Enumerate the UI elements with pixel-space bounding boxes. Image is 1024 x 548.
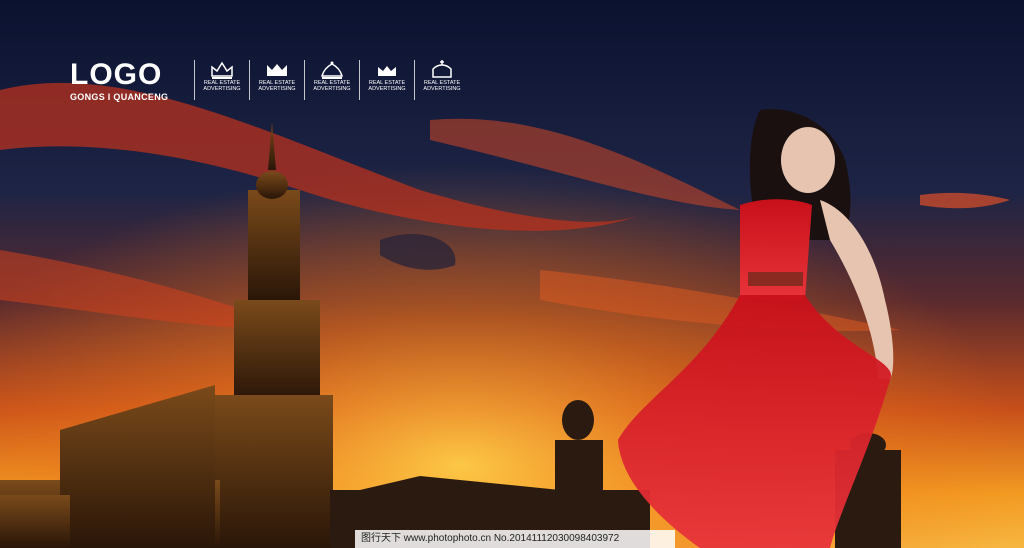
badge-line2: ADVERTISING <box>203 86 241 92</box>
badge-line2: ADVERTISING <box>258 86 296 92</box>
badge-item: REAL ESTATE ADVERTISING <box>194 60 249 100</box>
crown-icon <box>321 61 343 79</box>
crown-icon <box>378 66 396 76</box>
badge-line2: ADVERTISING <box>313 86 351 92</box>
logo-title: LOGO <box>70 58 163 91</box>
badge-line2: ADVERTISING <box>368 86 406 92</box>
badge-item: REAL ESTATE ADVERTISING <box>414 60 469 100</box>
badge-item: REAL ESTATE ADVERTISING <box>359 60 414 100</box>
crown-icon <box>432 60 452 78</box>
badge-row: REAL ESTATE ADVERTISING REAL ESTATE ADVE… <box>194 60 469 100</box>
watermark: 图行天下 www.photophoto.cn No.20141112030098… <box>355 530 675 548</box>
logo-subtitle: GONGS I QUANCENG <box>70 92 169 102</box>
crown-icon <box>267 64 287 76</box>
logo: LOGO GONGS I QUANCENG <box>70 58 169 103</box>
badge-item: REAL ESTATE ADVERTISING <box>249 60 304 100</box>
crown-icon <box>211 61 233 79</box>
badge-line2: ADVERTISING <box>423 86 461 92</box>
badge-item: REAL ESTATE ADVERTISING <box>304 60 359 100</box>
